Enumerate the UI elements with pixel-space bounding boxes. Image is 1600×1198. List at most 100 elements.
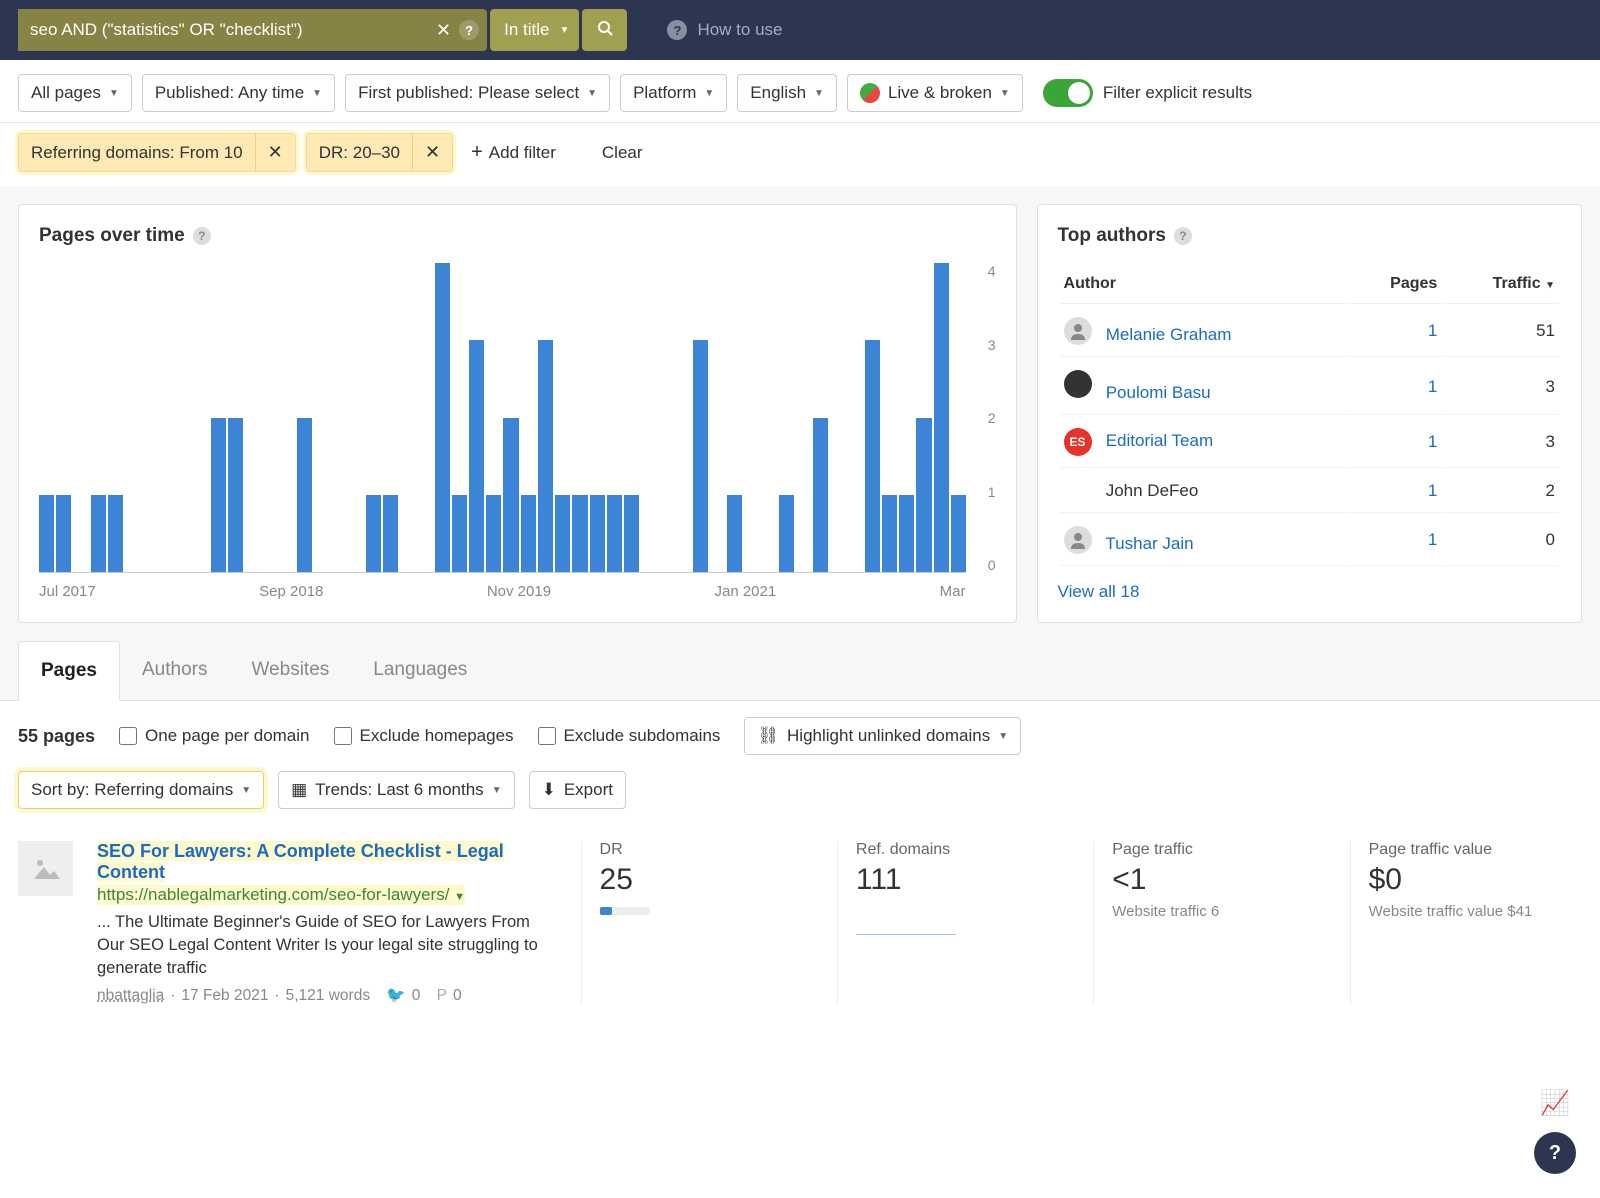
result-author[interactable]: nbattaglia xyxy=(97,987,164,1005)
table-row: Poulomi Basu13 xyxy=(1060,359,1559,415)
pages-link[interactable]: 1 xyxy=(1428,377,1437,396)
chart-bar xyxy=(228,418,243,573)
chart-bar xyxy=(572,495,587,572)
chart-bar xyxy=(521,495,536,572)
card-title: Pages over time ? xyxy=(39,225,996,247)
chip-label[interactable]: DR: 20–30 xyxy=(307,135,412,171)
metric-dr: DR 25 xyxy=(581,841,813,1005)
filter-all-pages[interactable]: All pages▼ xyxy=(18,74,132,112)
result-date: 17 Feb 2021 xyxy=(181,987,268,1005)
pages-link[interactable]: 1 xyxy=(1428,432,1437,451)
caret-down-icon: ▼ xyxy=(312,88,322,99)
export-button[interactable]: ⬇Export xyxy=(529,771,626,809)
highlight-unlinked-button[interactable]: ⛓ Highlight unlinked domains ▼ xyxy=(744,717,1021,755)
search-help-icon[interactable]: ? xyxy=(459,20,479,40)
link-icon: ⛓ xyxy=(757,726,779,746)
explicit-toggle[interactable] xyxy=(1043,79,1093,107)
table-row: Tushar Jain10 xyxy=(1060,515,1559,566)
chart-bar xyxy=(211,418,226,573)
how-to-use-label: How to use xyxy=(697,20,782,40)
chart-bar xyxy=(452,495,467,572)
col-pages[interactable]: Pages xyxy=(1351,265,1442,304)
clear-filters-link[interactable]: Clear xyxy=(594,135,651,171)
sort-desc-icon: ▼ xyxy=(1545,280,1555,291)
plus-icon: + xyxy=(471,141,483,164)
pages-link[interactable]: 1 xyxy=(1428,530,1437,549)
page-count: 55 pages xyxy=(18,726,95,747)
image-placeholder-icon xyxy=(32,857,60,881)
col-author: Author xyxy=(1060,265,1349,304)
tab-languages[interactable]: Languages xyxy=(351,641,489,700)
tab-authors[interactable]: Authors xyxy=(120,641,229,700)
filter-platform[interactable]: Platform▼ xyxy=(620,74,727,112)
chart-bar xyxy=(882,495,897,572)
help-icon[interactable]: ? xyxy=(193,227,211,245)
active-filters: Referring domains: From 10 ✕ DR: 20–30 ✕… xyxy=(0,123,1600,186)
caret-down-icon[interactable]: ▼ xyxy=(454,891,465,903)
result-meta: nbattaglia · 17 Feb 2021 · 5,121 words 🐦… xyxy=(97,986,557,1005)
search-scope-label: In title xyxy=(504,20,549,40)
chart-bar xyxy=(383,495,398,572)
filter-first-published[interactable]: First published: Please select▼ xyxy=(345,74,610,112)
help-icon[interactable]: ? xyxy=(1174,227,1192,245)
pages-link[interactable]: 1 xyxy=(1428,321,1437,340)
avatar xyxy=(1064,370,1092,398)
caret-down-icon: ▼ xyxy=(1000,88,1010,99)
result-url[interactable]: https://nablegalmarketing.com/seo-for-la… xyxy=(97,885,465,905)
chart-bar xyxy=(91,495,106,572)
card-title: Top authors ? xyxy=(1058,225,1561,247)
sort-button[interactable]: Sort by: Referring domains▼ xyxy=(18,771,264,809)
caret-down-icon: ▼ xyxy=(492,785,502,796)
caret-down-icon: ▼ xyxy=(704,88,714,99)
tab-websites[interactable]: Websites xyxy=(229,641,351,700)
one-per-domain-checkbox[interactable]: One page per domain xyxy=(119,726,309,746)
pages-link[interactable]: 1 xyxy=(1428,481,1437,500)
top-bar: ✕ ? In title ? How to use xyxy=(0,0,1600,60)
col-traffic[interactable]: Traffic ▼ xyxy=(1443,265,1559,304)
remove-chip-icon[interactable]: ✕ xyxy=(255,134,295,171)
filter-status[interactable]: Live & broken▼ xyxy=(847,74,1023,112)
chart-bar xyxy=(366,495,381,572)
chart-bar xyxy=(435,263,450,572)
exclude-homepages-checkbox[interactable]: Exclude homepages xyxy=(334,726,514,746)
chart-bar xyxy=(727,495,742,572)
result-main: SEO For Lawyers: A Complete Checklist - … xyxy=(97,841,557,1005)
filter-language[interactable]: English▼ xyxy=(737,74,837,112)
caret-down-icon: ▼ xyxy=(241,785,251,796)
caret-down-icon: ▼ xyxy=(998,731,1008,742)
add-filter-button[interactable]: +Add filter xyxy=(463,133,564,172)
result-title-link[interactable]: SEO For Lawyers: A Complete Checklist - … xyxy=(97,841,504,882)
chip-label[interactable]: Referring domains: From 10 xyxy=(19,135,255,171)
help-button[interactable]: ? xyxy=(1534,1132,1576,1174)
twitter-icon: 🐦 xyxy=(386,986,405,1005)
chart-bars xyxy=(39,263,966,573)
clear-search-icon[interactable]: ✕ xyxy=(428,20,459,41)
chart-bar xyxy=(779,495,794,572)
result-words: 5,121 words xyxy=(286,987,370,1005)
search-input[interactable] xyxy=(18,9,428,51)
chart-y-axis: 43210 xyxy=(966,263,996,573)
view-all-link[interactable]: View all 18 xyxy=(1058,582,1140,602)
download-icon: ⬇ xyxy=(542,780,556,800)
avatar xyxy=(1064,317,1092,345)
author-link[interactable]: Poulomi Basu xyxy=(1106,383,1211,402)
author-link[interactable]: Melanie Graham xyxy=(1106,325,1232,344)
table-row: John DeFeo12 xyxy=(1060,470,1559,513)
search-button[interactable] xyxy=(582,9,627,51)
filter-bar: All pages▼ Published: Any time▼ First pu… xyxy=(0,60,1600,123)
remove-chip-icon[interactable]: ✕ xyxy=(412,134,452,171)
how-to-use-link[interactable]: ? How to use xyxy=(667,20,782,40)
trends-button[interactable]: ▦Trends: Last 6 months▼ xyxy=(278,771,514,809)
chart-bar xyxy=(469,340,484,572)
chart-bar xyxy=(865,340,880,572)
filter-published[interactable]: Published: Any time▼ xyxy=(142,74,335,112)
chart-bar xyxy=(607,495,622,572)
tab-pages[interactable]: Pages xyxy=(18,641,120,701)
search-scope-select[interactable]: In title xyxy=(490,9,579,51)
exclude-subdomains-checkbox[interactable]: Exclude subdomains xyxy=(538,726,721,746)
dr-progress-bar xyxy=(600,907,650,915)
author-link[interactable]: Editorial Team xyxy=(1106,431,1213,450)
author-link[interactable]: Tushar Jain xyxy=(1105,534,1193,553)
chart-bar xyxy=(486,495,501,572)
trend-icon[interactable]: 📈 xyxy=(1540,1089,1570,1118)
